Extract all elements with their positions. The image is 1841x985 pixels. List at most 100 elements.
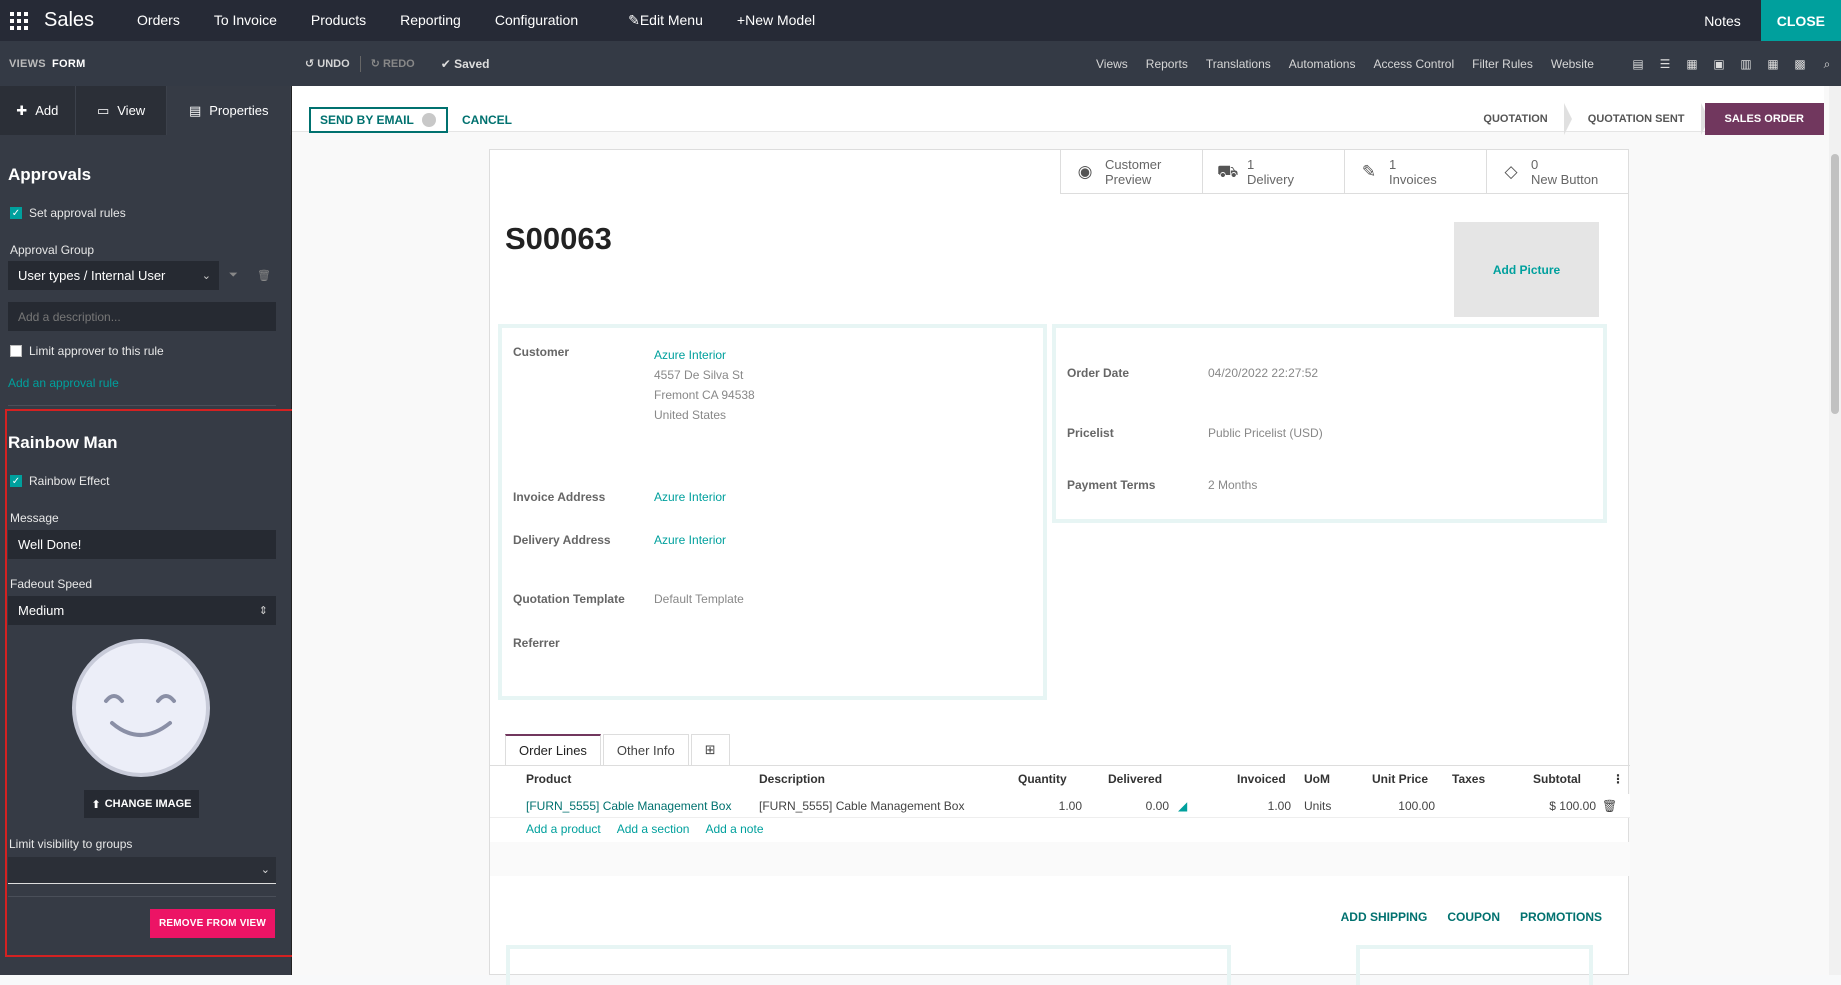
add-picture-button[interactable]: Add Picture [1454,222,1599,317]
breadcrumb-views[interactable]: VIEWS [9,58,46,70]
apps-grid-icon[interactable] [10,11,28,30]
app-name[interactable]: Sales [44,9,94,32]
forecast-chart-icon[interactable]: ◢ [1178,794,1187,818]
change-image-button[interactable]: ⬆ CHANGE IMAGE [84,790,199,818]
delivery-address-link[interactable]: Azure Interior [654,530,726,550]
studio-menu-views[interactable]: Views [1087,57,1137,71]
add-note-link[interactable]: Add a note [705,822,763,836]
fadeout-speed-label: Fadeout Speed [10,577,93,591]
list-view-icon[interactable]: ☰ [1657,57,1673,71]
menu-configuration[interactable]: Configuration [478,0,595,41]
tab-order-lines[interactable]: Order Lines [505,734,601,765]
calendar-view-icon[interactable]: ▣ [1711,57,1727,71]
redo-button[interactable]: ↻ REDO [371,57,415,70]
grid-view-icon[interactable]: ▩ [1792,57,1808,71]
close-studio-button[interactable]: CLOSE [1760,0,1841,41]
line-quantity[interactable]: 1.00 [1018,794,1082,818]
column-description[interactable]: Description [759,767,825,791]
cancel-button[interactable]: CANCEL [462,113,512,127]
kebab-menu-icon[interactable]: ⋮ [1612,767,1624,791]
pivot-view-icon[interactable]: ▦ [1765,57,1781,71]
approval-group-select[interactable]: User types / Internal User ⌄ [8,261,219,290]
limit-visibility-select[interactable]: ⌄ [8,857,276,884]
column-uom[interactable]: UoM [1304,767,1330,791]
kanban-view-icon[interactable]: ▦ [1684,57,1700,71]
line-description[interactable]: [FURN_5555] Cable Management Box [759,794,964,818]
form-view-icon[interactable]: ▤ [1630,57,1646,71]
trash-icon[interactable]: 🗑 [257,269,271,282]
column-quantity[interactable]: Quantity [1018,767,1067,791]
new-model-button[interactable]: +New Model [720,0,832,41]
trash-icon[interactable]: 🗑 [1602,794,1617,818]
lines-footer [490,842,1630,876]
invoice-address-link[interactable]: Azure Interior [654,487,726,507]
message-input[interactable]: Well Done! [8,530,276,559]
order-date-value[interactable]: 04/20/2022 22:27:52 [1208,363,1318,383]
studio-menu-reports[interactable]: Reports [1137,57,1197,71]
studio-menu-website[interactable]: Website [1542,57,1603,71]
send-by-email-button[interactable]: SEND BY EMAIL [309,107,448,133]
quotation-template-value[interactable]: Default Template [654,589,744,609]
menu-products[interactable]: Products [294,0,383,41]
column-taxes[interactable]: Taxes [1452,767,1485,791]
approval-description-input[interactable]: Add a description... [8,302,276,331]
stage-sales-order[interactable]: SALES ORDER [1704,103,1824,135]
column-unit-price[interactable]: Unit Price [1372,767,1428,791]
coupon-button[interactable]: COUPON [1447,910,1500,924]
customer-address-line: 4557 De Silva St [654,368,744,382]
notes-link[interactable]: Notes [1704,13,1741,29]
column-invoiced[interactable]: Invoiced [1237,767,1286,791]
vertical-scrollbar[interactable] [1829,86,1841,975]
stage-quotation-sent[interactable]: QUOTATION SENT [1568,103,1709,135]
studio-menu-filter-rules[interactable]: Filter Rules [1463,57,1542,71]
promotions-button[interactable]: PROMOTIONS [1520,910,1602,924]
column-product[interactable]: Product [526,767,571,791]
scrollbar-thumb[interactable] [1831,154,1839,414]
undo-button[interactable]: ↺ UNDO [305,57,350,70]
rainbow-effect-row[interactable]: ✓ Rainbow Effect [0,474,120,488]
tab-add[interactable]: ✚ Add [0,86,76,135]
stage-quotation[interactable]: QUOTATION [1463,103,1573,135]
column-delivered[interactable]: Delivered [1108,767,1162,791]
edit-menu-button[interactable]: ✎Edit Menu [611,0,720,41]
invoices-button[interactable]: ✎ 1 Invoices [1344,150,1486,194]
order-date-label: Order Date [1067,366,1130,380]
pricelist-value[interactable]: Public Pricelist (USD) [1208,423,1323,443]
search-icon[interactable]: ⌕ [1819,57,1835,71]
limit-approver-row[interactable]: Limit approver to this rule [0,344,174,358]
set-approval-rules-checkbox[interactable]: ✓ [10,207,22,219]
add-tab-button[interactable]: ⊞ [690,734,730,765]
studio-menu-translations[interactable]: Translations [1197,57,1280,71]
menu-orders[interactable]: Orders [120,0,197,41]
studio-menu-automations[interactable]: Automations [1280,57,1365,71]
filter-icon[interactable]: ⏷ [229,269,238,282]
add-approval-rule-link[interactable]: Add an approval rule [0,376,127,390]
add-shipping-button[interactable]: ADD SHIPPING [1341,910,1428,924]
limit-approver-checkbox[interactable] [10,345,22,357]
line-uom[interactable]: Units [1304,794,1331,818]
add-product-link[interactable]: Add a product [526,822,601,836]
set-approval-rules-row[interactable]: ✓ Set approval rules [0,206,136,220]
customer-link[interactable]: Azure Interior [654,345,726,365]
payment-terms-value[interactable]: 2 Months [1208,475,1257,495]
tab-view[interactable]: ▭ View [76,86,168,135]
line-invoiced: 1.00 [1267,799,1291,813]
menu-reporting[interactable]: Reporting [383,0,478,41]
graph-view-icon[interactable]: ▥ [1738,57,1754,71]
delivery-button[interactable]: ⛟ 1 Delivery [1202,150,1344,194]
rainbow-effect-checkbox[interactable]: ✓ [10,475,22,487]
table-row[interactable]: [FURN_5555] Cable Management Box [FURN_5… [490,794,1630,818]
menu-to-invoice[interactable]: To Invoice [197,0,294,41]
studio-menu-access-control[interactable]: Access Control [1364,57,1463,71]
new-button[interactable]: ◇ 0 New Button [1486,150,1628,194]
fadeout-speed-select[interactable]: Medium ⇕ [8,596,276,625]
tab-other-info[interactable]: Other Info [602,734,689,765]
column-subtotal[interactable]: Subtotal [1533,767,1581,791]
tab-properties[interactable]: ▤ Properties [167,86,291,135]
remove-from-view-button[interactable]: REMOVE FROM VIEW [150,909,275,938]
line-product[interactable]: [FURN_5555] Cable Management Box [526,794,731,818]
sidebar-tabs: ✚ Add ▭ View ▤ Properties [0,86,291,135]
line-unit-price[interactable]: 100.00 [1372,794,1435,818]
customer-preview-button[interactable]: ◉ Customer Preview [1060,150,1202,194]
add-section-link[interactable]: Add a section [617,822,690,836]
